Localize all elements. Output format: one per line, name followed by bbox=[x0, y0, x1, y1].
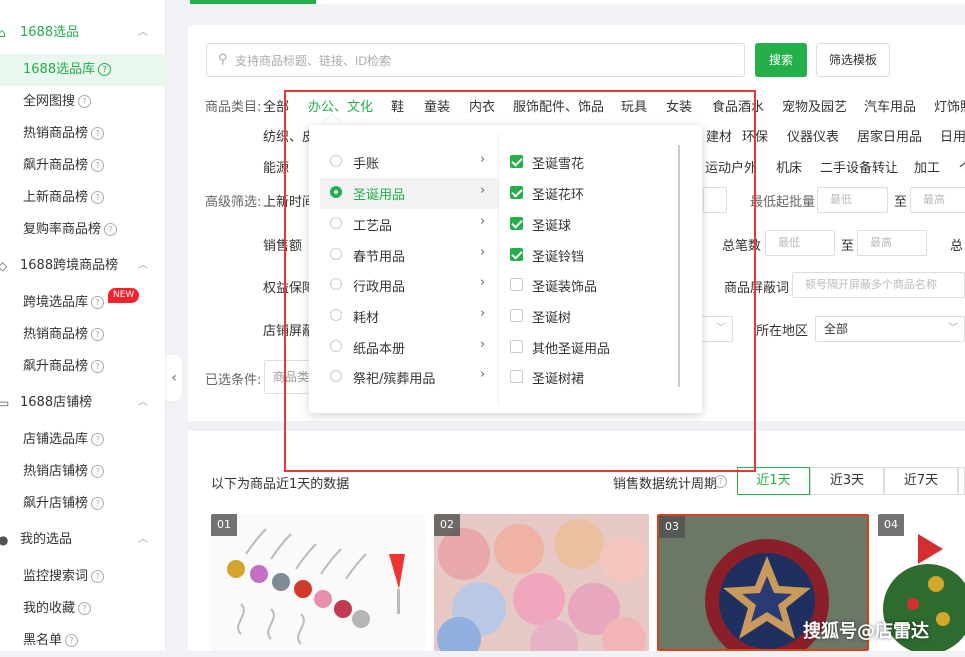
chevron-down-icon: ﹀ bbox=[948, 323, 958, 334]
region-label: 所在地区 bbox=[756, 324, 809, 339]
period-tab-7days[interactable]: 近7天 bbox=[884, 467, 958, 495]
sidebar-item-rising-products[interactable]: 飙升商品榜? bbox=[0, 150, 165, 182]
min-batch-label: 最低起批量 bbox=[750, 195, 816, 210]
help-icon: ? bbox=[78, 95, 92, 108]
user-icon: ● bbox=[0, 533, 9, 547]
category-instruments[interactable]: 仪器仪表 bbox=[787, 126, 839, 145]
chevron-up-icon: ︿ bbox=[138, 534, 148, 545]
category-auto[interactable]: 汽车用品 bbox=[864, 96, 916, 115]
range-separator: 至 bbox=[894, 195, 908, 210]
help-icon: ? bbox=[91, 497, 105, 510]
sidebar-item-repurchase-products[interactable]: 复购率商品榜? bbox=[0, 214, 165, 246]
help-icon: ? bbox=[104, 223, 118, 236]
sidebar-section-shops[interactable]: ▭ 1688店铺榜 ︿ bbox=[0, 387, 165, 419]
help-icon: ? bbox=[98, 63, 112, 76]
sidebar-section-crossborder[interactable]: ◇ 1688跨境商品榜 ︿ bbox=[0, 250, 165, 282]
product-image-balls bbox=[437, 519, 648, 651]
total-orders-min-input[interactable]: 最低 bbox=[765, 230, 835, 256]
help-icon: ? bbox=[91, 465, 105, 478]
search-button[interactable]: 搜索 bbox=[755, 43, 807, 77]
category-label: 商品类目: bbox=[205, 100, 262, 115]
category-used-equipment[interactable]: 二手设备转让 bbox=[820, 157, 898, 176]
help-icon: ? bbox=[91, 360, 105, 373]
help-icon: ? bbox=[91, 127, 105, 140]
sidebar-item-favorites[interactable]: 我的收藏? bbox=[0, 593, 165, 625]
category-machine-tools[interactable]: 机床 bbox=[776, 157, 802, 176]
selected-conditions-label: 已选条件: bbox=[205, 373, 262, 388]
period-label: 销售数据统计周期 bbox=[613, 477, 718, 492]
min-batch-min-input[interactable]: 最低 bbox=[817, 187, 888, 213]
sidebar-item-hot-shops[interactable]: 热销店铺榜? bbox=[0, 456, 165, 488]
sidebar-section-1688-selection[interactable]: ⌂ 1688选品 ︿ bbox=[0, 17, 165, 49]
sidebar-item-shop-library[interactable]: 店铺选品库? bbox=[0, 424, 165, 456]
category-more[interactable]: 个 bbox=[959, 157, 965, 176]
sidebar-item-hot-products[interactable]: 热销商品榜? bbox=[0, 118, 165, 150]
product-card[interactable]: 02 bbox=[434, 514, 649, 651]
category-pets-garden[interactable]: 宠物及园艺 bbox=[782, 96, 847, 115]
range-separator: 至 bbox=[841, 239, 855, 254]
search-input[interactable] bbox=[233, 50, 737, 72]
chevron-up-icon: ︿ bbox=[138, 27, 148, 38]
sidebar-item-crossborder-hot[interactable]: 热销商品榜? bbox=[0, 319, 165, 351]
collapse-sidebar-button[interactable]: ‹ bbox=[166, 355, 182, 401]
category-lighting[interactable]: 灯饰照 bbox=[934, 96, 965, 115]
shop-icon: ▭ bbox=[0, 396, 10, 410]
active-tab-indicator bbox=[190, 0, 316, 4]
sidebar: ⌂ 1688选品 ︿ 1688选品库? 全网图搜? 热销商品榜? 飙升商品榜? … bbox=[0, 0, 166, 651]
sidebar-section-my-selection[interactable]: ● 我的选品 ︿ bbox=[0, 524, 165, 556]
sidebar-item-blacklist[interactable]: 黑名单? bbox=[0, 625, 165, 657]
sidebar-item-rising-shops[interactable]: 飙升店铺榜? bbox=[0, 488, 165, 520]
help-icon: ? bbox=[91, 296, 105, 309]
top-tab-strip bbox=[316, 0, 965, 4]
help-icon: ? bbox=[78, 602, 92, 615]
annotation-highlight bbox=[284, 90, 756, 472]
category-household[interactable]: 居家日用品 bbox=[857, 126, 922, 145]
rank-number: 04 bbox=[878, 514, 904, 536]
total-orders-max-input[interactable]: 最高 bbox=[857, 230, 927, 256]
product-block-input[interactable]: 顿号隔开屏蔽多个商品名称 bbox=[792, 272, 965, 298]
help-icon: ? bbox=[65, 634, 79, 647]
chevron-up-icon: ︿ bbox=[138, 397, 148, 408]
store-icon: ⌂ bbox=[0, 26, 6, 40]
help-icon: ? bbox=[714, 475, 727, 488]
rank-number: 03 bbox=[659, 516, 685, 538]
rank-number: 02 bbox=[434, 514, 460, 536]
sidebar-item-image-search[interactable]: 全网图搜? bbox=[0, 86, 165, 118]
sidebar-item-new-products[interactable]: 上新商品榜? bbox=[0, 182, 165, 214]
search-icon: ⚲ bbox=[218, 52, 228, 67]
region-select[interactable]: 全部 ﹀ bbox=[815, 316, 965, 342]
search-box[interactable]: ⚲ bbox=[206, 43, 745, 77]
graduation-cap-icon: ◇ bbox=[0, 259, 8, 273]
help-icon: ? bbox=[91, 159, 105, 172]
period-tab-more[interactable] bbox=[958, 467, 965, 495]
sidebar-item-crossborder-rising[interactable]: 飙升商品榜? bbox=[0, 351, 165, 383]
product-image-straws bbox=[227, 528, 405, 645]
sidebar-item-selection-library[interactable]: 1688选品库? bbox=[0, 54, 165, 86]
help-icon: ? bbox=[91, 570, 105, 583]
help-icon: ? bbox=[91, 433, 105, 446]
product-card[interactable]: 01 bbox=[211, 514, 425, 651]
category-processing[interactable]: 加工 bbox=[914, 157, 940, 176]
help-icon: ? bbox=[91, 191, 105, 204]
results-info: 以下为商品近1天的数据 bbox=[211, 477, 350, 492]
sidebar-item-crossborder-library[interactable]: 跨境选品库? NEW bbox=[0, 287, 165, 319]
new-badge: NEW bbox=[108, 288, 140, 303]
watermark: 搜狐号@店雷达 bbox=[803, 621, 929, 642]
period-tab-3days[interactable]: 近3天 bbox=[810, 467, 884, 495]
min-batch-max-input[interactable]: 最高 bbox=[910, 187, 965, 213]
sidebar-item-monitor-keywords[interactable]: 监控搜索词? bbox=[0, 561, 165, 593]
rank-number: 01 bbox=[211, 514, 237, 536]
category-daily[interactable]: 日用 bbox=[940, 126, 965, 145]
total-tail-label: 总 bbox=[950, 239, 964, 254]
advanced-filter-label: 高级筛选: bbox=[205, 195, 262, 210]
filter-template-button[interactable]: 筛选模板 bbox=[816, 43, 890, 77]
chevron-up-icon: ︿ bbox=[138, 260, 148, 271]
help-icon: ? bbox=[91, 328, 105, 341]
